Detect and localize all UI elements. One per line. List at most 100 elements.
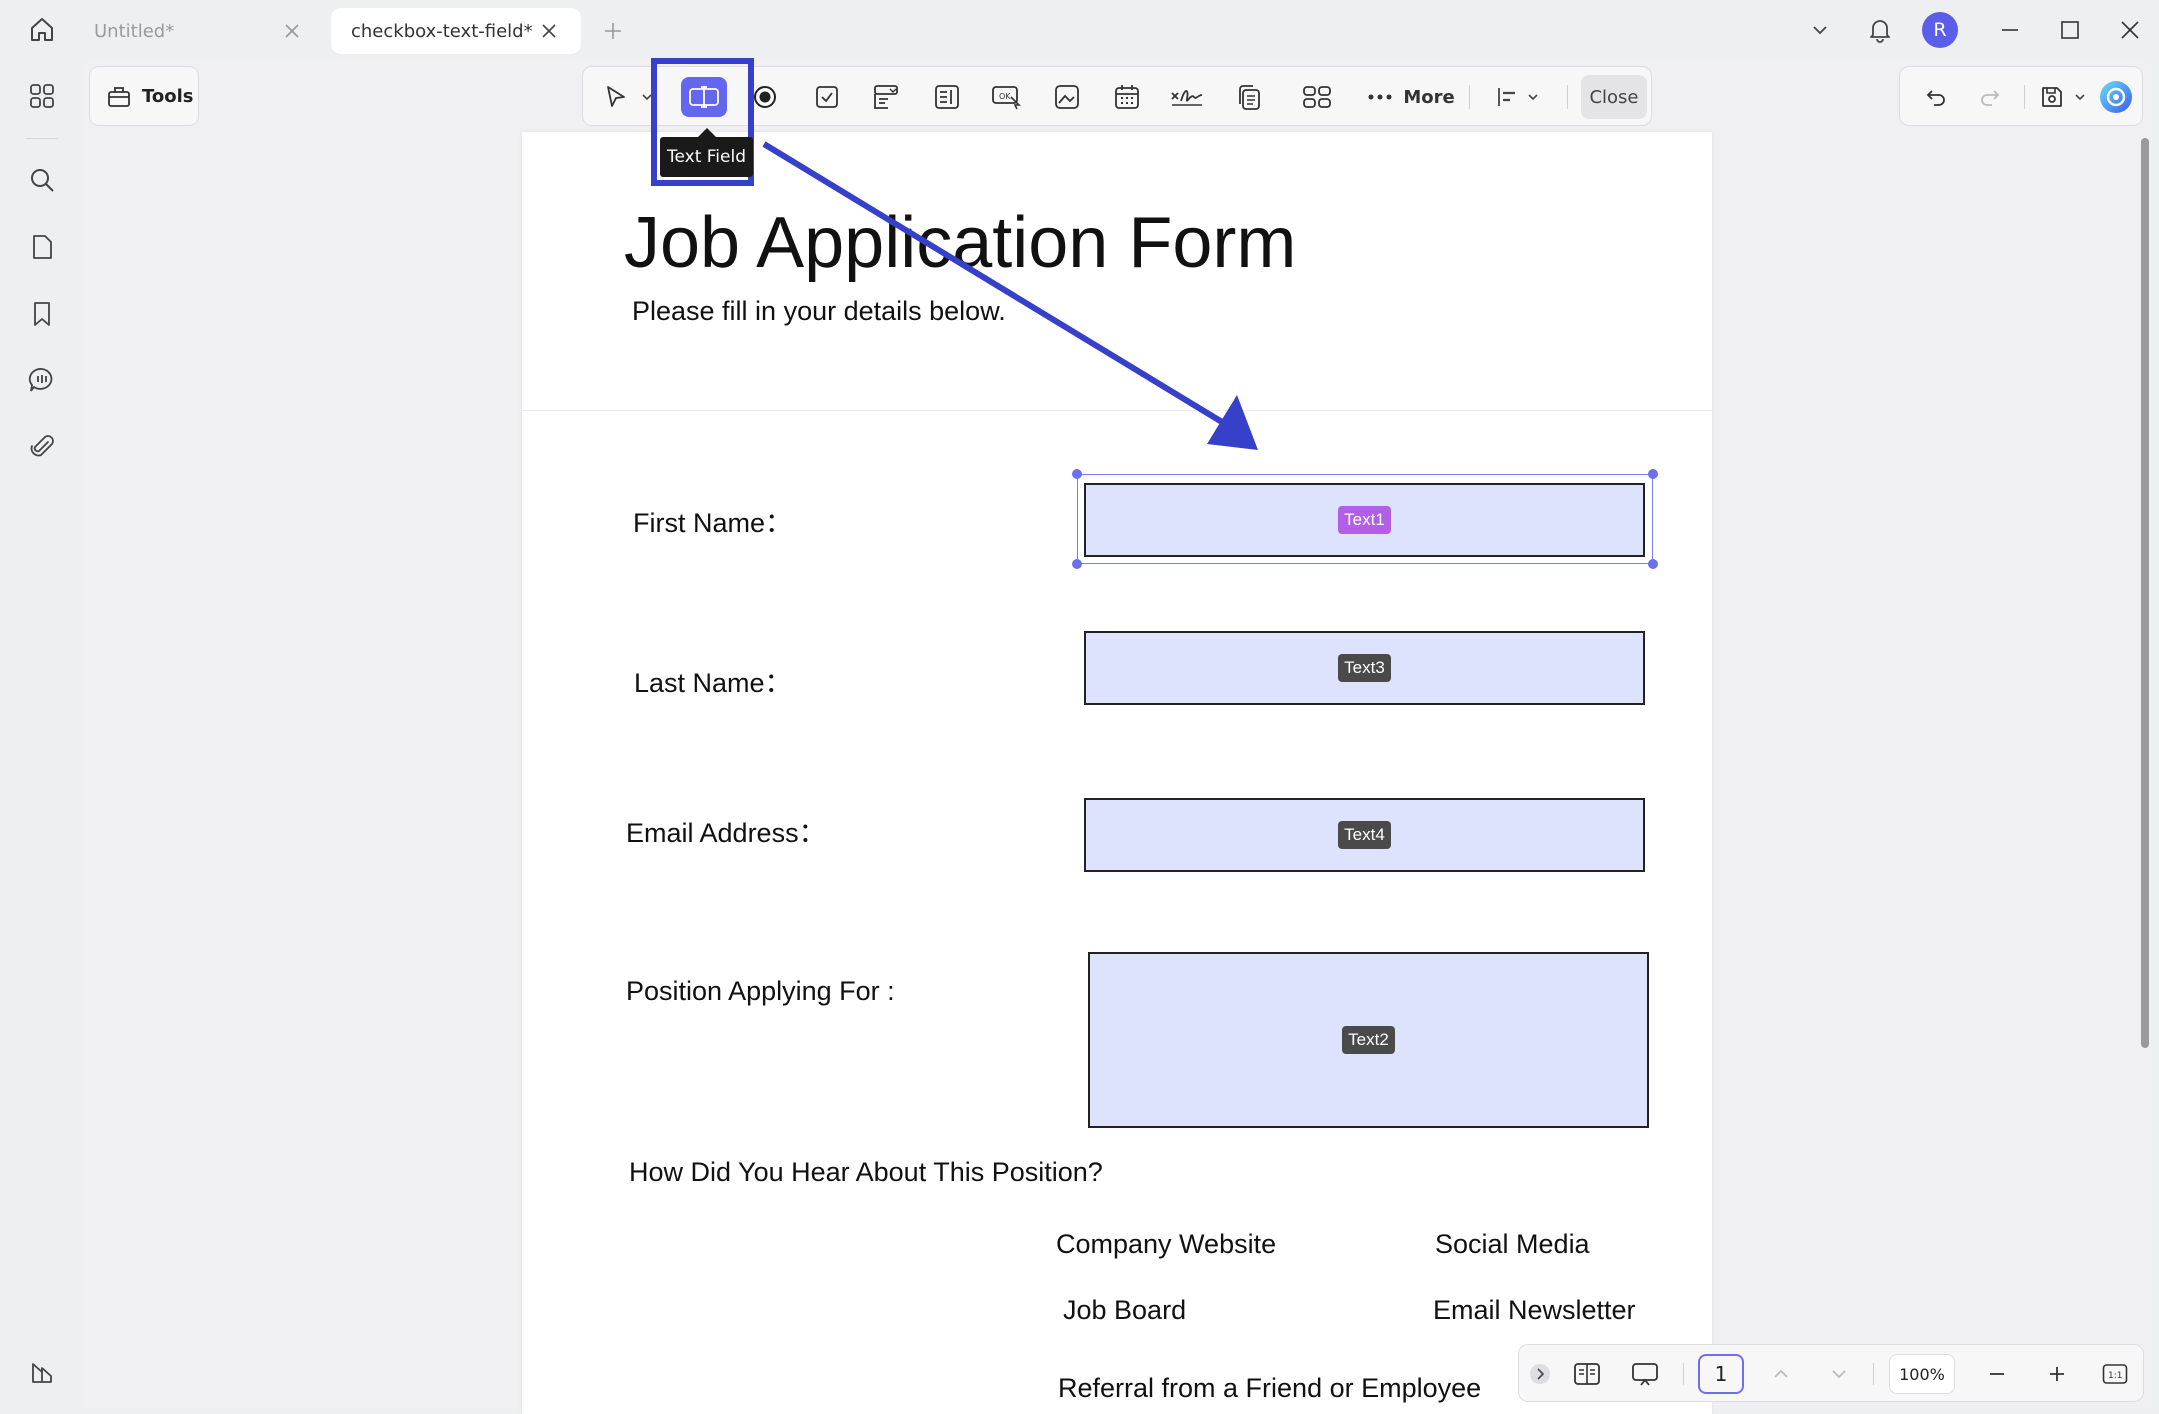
option-company-website: Company Website <box>1056 1229 1277 1259</box>
close-icon[interactable] <box>280 19 304 43</box>
toolbar-separator <box>2024 85 2025 109</box>
signature-tool[interactable] <box>1163 77 1211 117</box>
close-form-mode-button[interactable]: Close <box>1581 75 1647 119</box>
left-sidebar <box>8 60 76 1410</box>
more-dots-icon <box>1368 94 1392 100</box>
close-icon[interactable] <box>537 19 561 43</box>
last-name-text-field[interactable]: Text3 <box>1084 631 1645 705</box>
ai-assistant-icon[interactable] <box>2096 77 2136 117</box>
field-name-tag: Text4 <box>1338 821 1391 849</box>
checkbox-icon <box>816 86 838 108</box>
field-name-tag: Text2 <box>1342 1026 1395 1054</box>
window-close-icon[interactable] <box>2108 10 2152 50</box>
minimize-icon[interactable] <box>1988 10 2032 50</box>
option-email-newsletter: Email Newsletter <box>1433 1295 1636 1325</box>
right-toolbar <box>1899 66 2143 126</box>
resize-handle[interactable] <box>1648 469 1658 479</box>
undo-icon[interactable] <box>1916 77 1956 117</box>
email-address-text-field[interactable]: Text4 <box>1084 798 1645 872</box>
signature-icon <box>1171 90 1203 106</box>
document-title: Job Application Form <box>624 203 1297 283</box>
tools-button[interactable]: Tools <box>89 66 199 126</box>
expand-chevron-icon[interactable] <box>1527 1354 1553 1394</box>
bookmark-icon[interactable] <box>22 294 62 334</box>
copy-icon <box>1239 85 1260 110</box>
option-social-media: Social Media <box>1435 1229 1590 1259</box>
combo-box-icon <box>874 85 898 109</box>
bottom-status-bar: 1 100% 1:1 <box>1518 1344 2144 1402</box>
title-bar: Untitled* checkbox-text-field* R <box>0 0 2159 60</box>
home-icon[interactable] <box>22 10 62 50</box>
tab-checkbox-text-field[interactable]: checkbox-text-field* <box>331 8 581 54</box>
option-job-board: Job Board <box>1063 1295 1187 1325</box>
field-name-tag: Text3 <box>1338 654 1391 682</box>
email-address-label: Email Address： <box>626 818 826 848</box>
resize-handle[interactable] <box>1072 469 1082 479</box>
grid-icon <box>1303 86 1331 108</box>
select-pointer-button[interactable] <box>593 77 639 117</box>
actual-size-icon[interactable]: 1:1 <box>2097 1354 2133 1394</box>
first-name-label: First Name： <box>633 508 793 538</box>
button-tool[interactable]: OK <box>985 77 1029 117</box>
zoom-out-icon[interactable] <box>1979 1354 2015 1394</box>
last-name-label: Last Name： <box>634 668 792 698</box>
vertical-scrollbar[interactable] <box>2141 138 2149 1048</box>
tab-untitled[interactable]: Untitled* <box>74 8 324 54</box>
avatar[interactable]: R <box>1922 12 1958 48</box>
combo-box-tool[interactable] <box>865 77 909 117</box>
grid-layout-tool[interactable] <box>1295 77 1339 117</box>
position-text-field[interactable]: Text2 <box>1088 952 1649 1128</box>
zoom-level[interactable]: 100% <box>1889 1354 1955 1394</box>
rail-divider <box>26 138 58 139</box>
tab-label: Untitled* <box>94 20 175 42</box>
resize-handle[interactable] <box>1072 559 1082 569</box>
maximize-icon[interactable] <box>2048 10 2092 50</box>
presentation-icon[interactable] <box>1625 1354 1665 1394</box>
list-box-tool[interactable] <box>925 77 969 117</box>
image-field-tool[interactable] <box>1045 77 1089 117</box>
more-button[interactable]: More <box>1363 77 1459 117</box>
reading-mode-icon[interactable] <box>1567 1354 1607 1394</box>
resize-handle[interactable] <box>1648 559 1658 569</box>
align-left-icon <box>1498 88 1515 106</box>
question-label: How Did You Hear About This Position? <box>629 1157 1103 1187</box>
bell-icon[interactable] <box>1858 10 1902 50</box>
zoom-in-icon[interactable] <box>2039 1354 2075 1394</box>
svg-text:OK: OK <box>999 92 1011 101</box>
ok-button-icon: OK <box>992 86 1021 110</box>
next-page-icon[interactable] <box>1821 1354 1857 1394</box>
tools-label: Tools <box>142 85 194 107</box>
redo-icon[interactable] <box>1970 77 2010 117</box>
checkbox-tool[interactable] <box>805 77 849 117</box>
text-field-tooltip: Text Field <box>660 128 753 177</box>
save-icon[interactable] <box>2032 77 2072 117</box>
position-label: Position Applying For : <box>626 976 895 1006</box>
align-dropdown-icon[interactable] <box>1523 77 1543 117</box>
brand-logo-icon[interactable] <box>22 1352 62 1392</box>
chevron-down-icon[interactable] <box>1798 10 1842 50</box>
toolbar-separator <box>1469 85 1470 109</box>
save-dropdown-icon[interactable] <box>2070 77 2090 117</box>
align-tool[interactable] <box>1489 77 1525 117</box>
list-box-icon <box>935 85 959 109</box>
search-icon[interactable] <box>22 160 62 200</box>
radio-icon <box>754 86 776 108</box>
document-page: Job Application Form Please fill in your… <box>522 132 1712 1414</box>
page-icon[interactable] <box>22 227 62 267</box>
previous-page-icon[interactable] <box>1763 1354 1799 1394</box>
first-name-text-field[interactable]: Text1 <box>1084 483 1645 557</box>
more-label: More <box>1403 86 1455 108</box>
page-number-input[interactable]: 1 <box>1698 1354 1744 1394</box>
duplicate-tool[interactable] <box>1227 77 1271 117</box>
date-field-tool[interactable] <box>1105 77 1149 117</box>
field-name-tag: Text1 <box>1338 506 1391 534</box>
grid-icon[interactable] <box>22 76 62 116</box>
new-tab-icon[interactable] <box>598 16 628 46</box>
comment-icon[interactable] <box>22 360 62 400</box>
attachment-icon[interactable] <box>22 427 62 467</box>
tab-label: checkbox-text-field* <box>351 20 533 42</box>
document-subtitle: Please fill in your details below. <box>632 296 1006 326</box>
svg-text:1:1: 1:1 <box>2108 1371 2122 1381</box>
toolbox-icon <box>108 87 130 107</box>
option-referral: Referral from a Friend or Employee <box>1058 1373 1482 1403</box>
